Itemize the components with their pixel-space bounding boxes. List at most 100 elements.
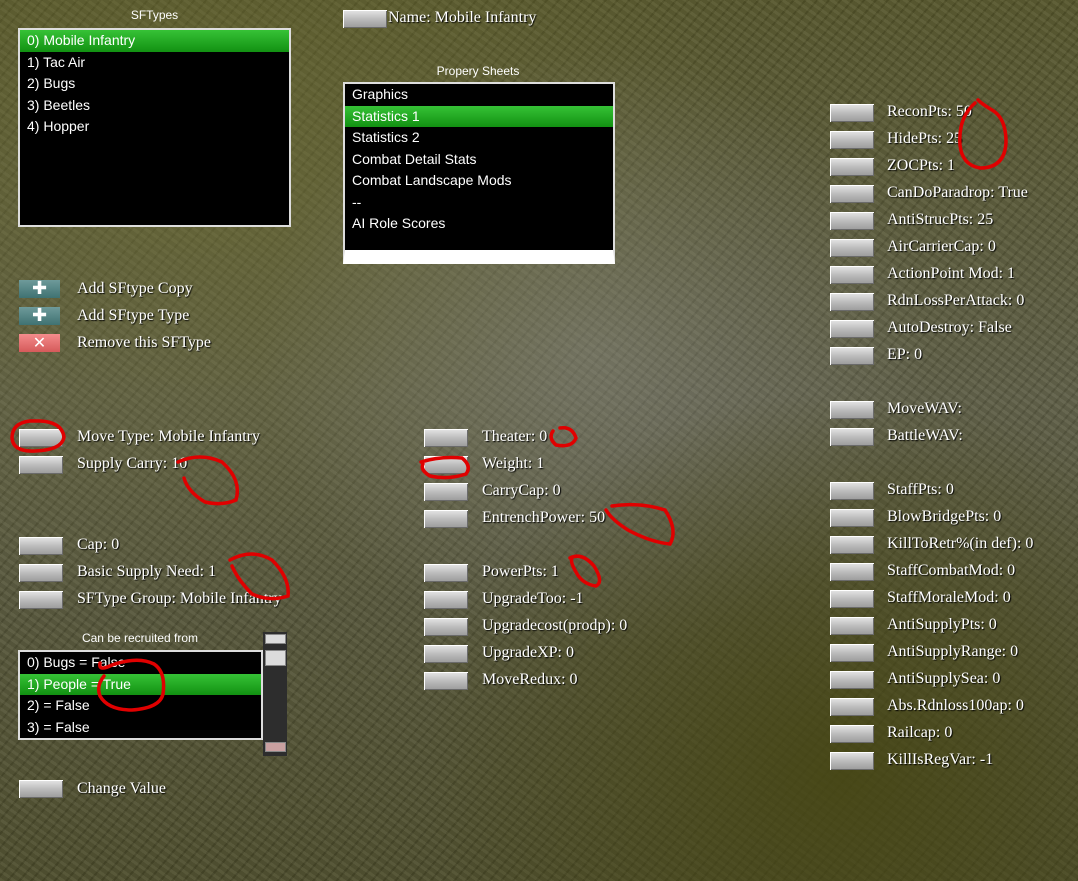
carrycap-button[interactable]: [424, 483, 468, 501]
battlewav-button[interactable]: [830, 428, 874, 446]
autodestroy-button[interactable]: [830, 320, 874, 338]
list-item[interactable]: 0) Bugs = False: [20, 652, 261, 674]
scroll-up-button[interactable]: [265, 634, 286, 644]
railcap-label: Railcap: 0: [887, 724, 953, 741]
battlewav-label: BattleWAV:: [887, 427, 963, 444]
property-sheets-caption: Propery Sheets: [436, 64, 520, 78]
change-value-button[interactable]: [19, 780, 63, 798]
supply-carry-button[interactable]: [19, 456, 63, 474]
candoparadrop-button[interactable]: [830, 185, 874, 203]
theater-label: Theater: 0: [482, 428, 548, 445]
name-button[interactable]: [343, 10, 387, 28]
close-icon: ✕: [32, 333, 47, 352]
add-type-button[interactable]: ✚: [19, 307, 60, 325]
list-item[interactable]: Statistics 2: [345, 127, 613, 149]
weight-label: Weight: 1: [482, 455, 545, 472]
rdnlossperattack-button[interactable]: [830, 293, 874, 311]
supply-carry-label: Supply Carry: 10: [77, 455, 188, 472]
list-item[interactable]: Graphics: [345, 84, 613, 106]
killtoretr-button[interactable]: [830, 536, 874, 554]
weight-button[interactable]: [424, 456, 468, 474]
ep-label: EP: 0: [887, 346, 923, 363]
autodestroy-label: AutoDestroy: False: [887, 319, 1012, 336]
antisupplypts-label: AntiSupplyPts: 0: [887, 616, 997, 633]
reconpts-label: ReconPts: 50: [887, 103, 972, 120]
zocpts-button[interactable]: [830, 158, 874, 176]
antistrucpts-label: AntiStrucPts: 25: [887, 211, 994, 228]
blowbridgepts-button[interactable]: [830, 509, 874, 527]
recruit-list[interactable]: 0) Bugs = False 1) People = True 2) = Fa…: [18, 650, 263, 740]
staffcombatmod-button[interactable]: [830, 563, 874, 581]
railcap-button[interactable]: [830, 725, 874, 743]
killisregvar-label: KillIsRegVar: -1: [887, 751, 994, 768]
list-item[interactable]: 1) People = True: [20, 673, 261, 695]
staffpts-label: StaffPts: 0: [887, 481, 954, 498]
cap-button[interactable]: [19, 537, 63, 555]
movewav-button[interactable]: [830, 401, 874, 419]
upgradetoo-button[interactable]: [424, 591, 468, 609]
ep-button[interactable]: [830, 347, 874, 365]
antistrucpts-button[interactable]: [830, 212, 874, 230]
recruit-scrollbar[interactable]: [263, 632, 287, 756]
scroll-down-button[interactable]: [265, 742, 286, 752]
staffpts-button[interactable]: [830, 482, 874, 500]
list-item[interactable]: 2) = False: [20, 695, 261, 717]
carrycap-label: CarryCap: 0: [482, 482, 561, 499]
aircarriercap-label: AirCarrierCap: 0: [887, 238, 996, 255]
aircarriercap-button[interactable]: [830, 239, 874, 257]
absrdnloss-label: Abs.Rdnloss100ap: 0: [887, 697, 1024, 714]
basic-supply-need-button[interactable]: [19, 564, 63, 582]
list-item[interactable]: Statistics 1: [345, 105, 613, 127]
theater-button[interactable]: [424, 429, 468, 447]
list-item[interactable]: 2) Bugs: [20, 73, 289, 95]
staffmoralemod-label: StaffMoraleMod: 0: [887, 589, 1011, 606]
list-item[interactable]: Combat Landscape Mods: [345, 170, 613, 192]
list-item[interactable]: 0) Mobile Infantry: [20, 30, 289, 52]
list-item[interactable]: Combat Detail Stats: [345, 149, 613, 171]
recruit-caption: Can be recruited from: [81, 631, 199, 645]
zocpts-label: ZOCPts: 1: [887, 157, 956, 174]
sftypes-caption: SFTypes: [130, 8, 179, 22]
killtoretr-label: KillToRetr%(in def): 0: [887, 535, 1034, 552]
list-item[interactable]: 3) = False: [20, 717, 261, 739]
antisupplysea-label: AntiSupplySea: 0: [887, 670, 1001, 687]
list-item[interactable]: 4) Hopper: [20, 116, 289, 138]
entrench-button[interactable]: [424, 510, 468, 528]
remove-button[interactable]: ✕: [19, 334, 60, 352]
antisupplysea-button[interactable]: [830, 671, 874, 689]
actionpointmod-button[interactable]: [830, 266, 874, 284]
sftypes-list[interactable]: 0) Mobile Infantry 1) Tac Air 2) Bugs 3)…: [18, 28, 291, 227]
sftype-group-button[interactable]: [19, 591, 63, 609]
list-item[interactable]: 3) Beetles: [20, 95, 289, 117]
staffcombatmod-label: StaffCombatMod: 0: [887, 562, 1016, 579]
upgradecost-label: Upgradecost(prodp): 0: [482, 617, 628, 634]
property-sheets-list[interactable]: Graphics Statistics 1 Statistics 2 Comba…: [343, 82, 615, 264]
powerpts-button[interactable]: [424, 564, 468, 582]
actionpointmod-label: ActionPoint Mod: 1: [887, 265, 1016, 282]
upgradetoo-label: UpgradeToo: -1: [482, 590, 584, 607]
upgradexp-label: UpgradeXP: 0: [482, 644, 574, 661]
reconpts-button[interactable]: [830, 104, 874, 122]
move-type-button[interactable]: [19, 429, 63, 447]
hidepts-button[interactable]: [830, 131, 874, 149]
candoparadrop-label: CanDoParadrop: True: [887, 184, 1028, 201]
antisupplypts-button[interactable]: [830, 617, 874, 635]
blowbridgepts-label: BlowBridgePts: 0: [887, 508, 1002, 525]
hidepts-label: HidePts: 25: [887, 130, 963, 147]
upgradecost-button[interactable]: [424, 618, 468, 636]
antisupplyrange-button[interactable]: [830, 644, 874, 662]
list-item[interactable]: 1) Tac Air: [20, 52, 289, 74]
scroll-thumb[interactable]: [265, 650, 286, 666]
add-type-label: Add SFtype Type: [77, 307, 190, 324]
killisregvar-button[interactable]: [830, 752, 874, 770]
list-item[interactable]: --: [345, 192, 613, 214]
entrench-label: EntrenchPower: 50: [482, 509, 606, 526]
list-item[interactable]: AI Role Scores: [345, 213, 613, 235]
absrdnloss-button[interactable]: [830, 698, 874, 716]
sftype-group-label: SFType Group: Mobile Infantry: [77, 590, 282, 607]
cap-label: Cap: 0: [77, 536, 120, 553]
moveredux-button[interactable]: [424, 672, 468, 690]
upgradexp-button[interactable]: [424, 645, 468, 663]
staffmoralemod-button[interactable]: [830, 590, 874, 608]
add-copy-button[interactable]: ✚: [19, 280, 60, 298]
